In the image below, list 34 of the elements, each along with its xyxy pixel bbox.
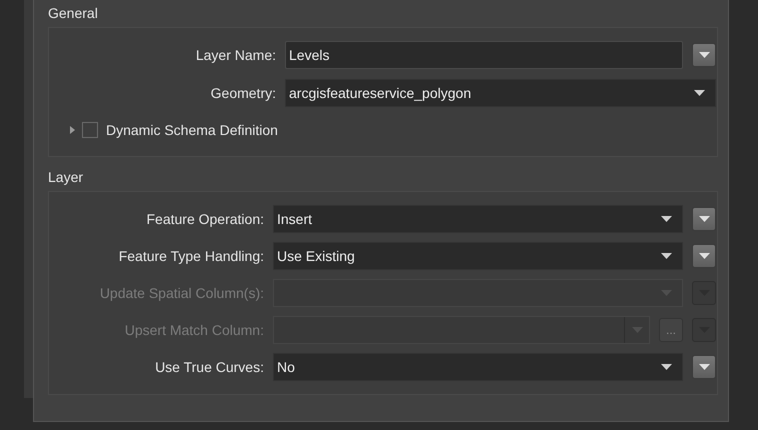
menu-button[interactable] — [692, 355, 716, 379]
dropdown[interactable]: Insert — [273, 205, 683, 233]
caret-icon — [698, 253, 710, 259]
field-value: Levels — [289, 47, 330, 63]
field-label: Feature Operation: — [146, 211, 264, 227]
menu-button[interactable] — [692, 207, 716, 231]
field-value: Use Existing — [277, 248, 355, 264]
caret-icon — [694, 90, 705, 96]
field-label: Layer Name: — [196, 47, 276, 63]
field-value: No — [277, 359, 295, 375]
section-title: General — [48, 4, 99, 23]
caret-icon — [661, 253, 672, 259]
caret-icon — [698, 52, 710, 58]
field-value: arcgisfeatureservice_polygon — [289, 85, 472, 101]
caret-icon — [698, 364, 710, 370]
field-value: Insert — [277, 211, 312, 227]
dropdown[interactable]: No — [273, 353, 683, 381]
field-label: Use True Curves: — [155, 359, 264, 375]
dropdown[interactable]: arcgisfeatureservice_polygon — [285, 79, 716, 107]
text-field[interactable]: Levels — [285, 41, 683, 69]
caret-icon — [698, 216, 710, 222]
checkbox[interactable] — [82, 122, 98, 138]
field-label: Upsert Match Column: — [124, 322, 264, 338]
field-label: Geometry: — [210, 85, 276, 101]
menu-button[interactable] — [692, 244, 716, 268]
caret-icon — [661, 364, 672, 370]
expand-arrow-icon[interactable] — [70, 126, 75, 134]
dropdown[interactable]: Use Existing — [273, 242, 683, 270]
field-label: Feature Type Handling: — [118, 248, 264, 264]
menu-button[interactable] — [692, 43, 716, 67]
section-title: Layer — [48, 168, 84, 187]
checkbox-label: Dynamic Schema Definition — [106, 122, 278, 138]
field-label: Update Spatial Column(s): — [100, 285, 264, 301]
caret-icon — [661, 216, 672, 222]
